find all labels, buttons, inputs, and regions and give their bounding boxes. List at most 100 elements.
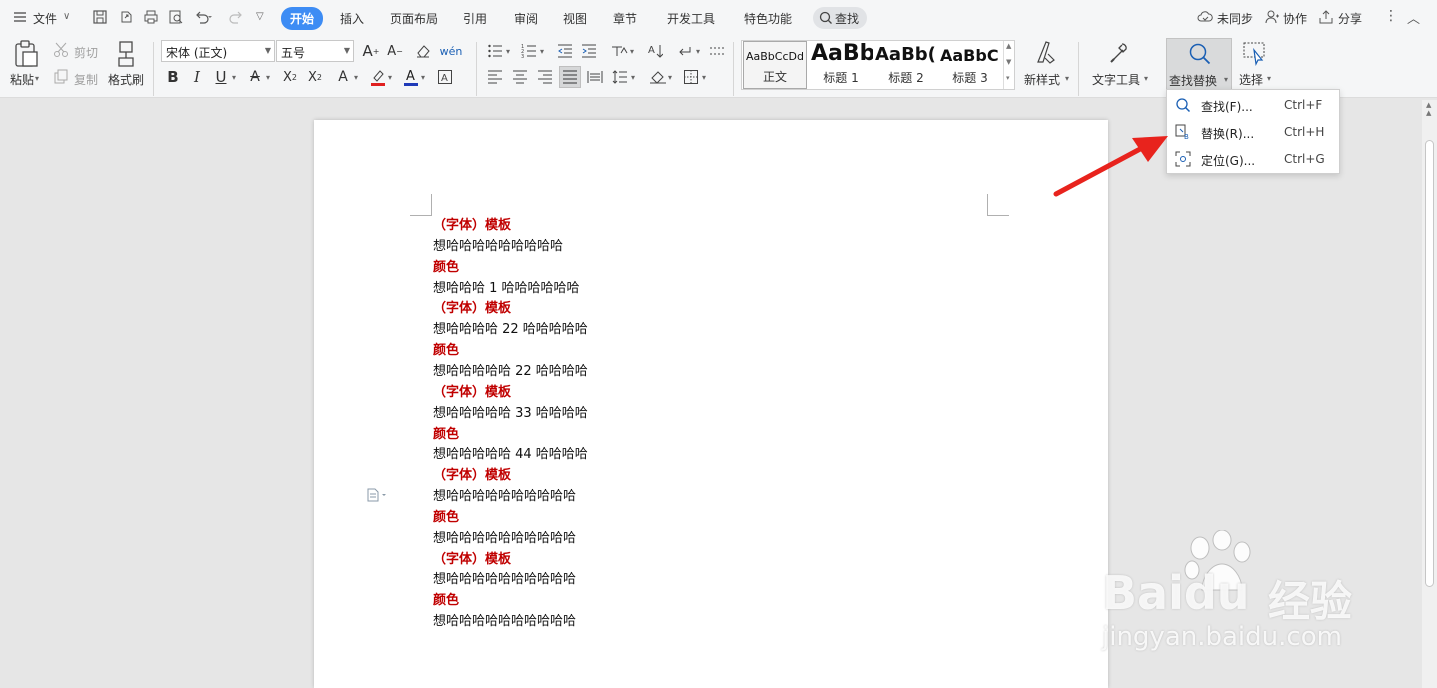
strikethrough-icon[interactable]: A	[244, 66, 266, 88]
more-options-icon[interactable]: ⋮	[1384, 8, 1398, 24]
scroll-up-icon[interactable]: ▲	[1426, 102, 1431, 109]
chevron-down-icon[interactable]: ▾	[668, 73, 672, 82]
chevron-down-icon[interactable]: ▾	[266, 73, 270, 82]
export-icon[interactable]	[118, 9, 136, 27]
doc-heading-line[interactable]: 颜色	[433, 427, 459, 443]
superscript-icon[interactable]: X2	[279, 66, 301, 88]
new-style-icon[interactable]	[1034, 40, 1058, 69]
find-replace-button[interactable]: 查找替换 ▾	[1166, 38, 1232, 90]
collapse-ribbon-icon[interactable]: ︿	[1407, 8, 1420, 27]
file-menu[interactable]: 文件	[33, 10, 57, 27]
doc-text-line[interactable]: 想哈哈哈哈哈哈哈哈哈哈	[433, 489, 576, 505]
chevron-down-icon[interactable]: ▾	[388, 73, 392, 82]
paragraph-options-icon[interactable]	[366, 488, 388, 505]
doc-text-line[interactable]: 想哈哈哈哈哈 33 哈哈哈哈	[433, 406, 588, 422]
cut-icon[interactable]	[53, 42, 71, 61]
select-button[interactable]: 选择	[1239, 71, 1263, 88]
undo-icon[interactable]	[194, 9, 212, 27]
expand-gallery-icon[interactable]: ▾	[1006, 74, 1010, 82]
increase-indent-icon[interactable]	[578, 40, 600, 62]
doc-text-line[interactable]: 想哈哈哈哈哈哈哈哈哈哈	[433, 531, 576, 547]
distribute-icon[interactable]	[584, 66, 606, 88]
print-icon[interactable]	[143, 9, 161, 27]
scroll-up-icon[interactable]: ▲	[1426, 110, 1431, 117]
shading-icon[interactable]	[647, 66, 669, 88]
underline-icon[interactable]: U	[210, 66, 232, 88]
justify-icon[interactable]	[559, 66, 581, 88]
line-spacing-icon[interactable]	[609, 66, 631, 88]
unsync-status[interactable]: 未同步	[1217, 10, 1253, 27]
tab-developer[interactable]: 开发工具	[667, 10, 715, 27]
scroll-up-icon[interactable]: ▲	[1006, 42, 1011, 50]
paste-dropdown-icon[interactable]: ▾	[35, 74, 39, 83]
clear-format-icon[interactable]	[412, 40, 434, 62]
document-page[interactable]: （字体）模板 想哈哈哈哈哈哈哈哈哈 颜色 想哈哈哈 1 哈哈哈哈哈哈 （字体）模板 想哈哈…	[314, 120, 1108, 688]
copy-button[interactable]: 复制	[74, 71, 98, 88]
cut-button[interactable]: 剪切	[74, 44, 98, 61]
doc-heading-line[interactable]: （字体）模板	[433, 468, 511, 484]
search-box[interactable]: 查找	[813, 7, 867, 29]
quick-access-chevron-icon[interactable]: ▽	[256, 11, 264, 22]
chevron-down-icon[interactable]: ▾	[702, 73, 706, 82]
chevron-down-icon[interactable]: ▾	[1065, 74, 1069, 83]
chevron-down-icon[interactable]: ▾	[631, 73, 635, 82]
menu-item-find[interactable]: 查找(F)... Ctrl+F	[1167, 92, 1339, 118]
copy-icon[interactable]	[53, 69, 69, 88]
borders-icon[interactable]	[680, 66, 702, 88]
align-right-icon[interactable]	[534, 66, 556, 88]
style-heading-2[interactable]: AaBb( 标题 2	[874, 41, 938, 89]
phonetic-guide-icon[interactable]: wén	[440, 40, 463, 62]
hamburger-menu-icon[interactable]	[12, 9, 30, 27]
font-name-select[interactable]: 宋体 (正文) ▼	[161, 40, 275, 62]
doc-text-line[interactable]: 想哈哈哈 1 哈哈哈哈哈哈	[433, 281, 580, 297]
italic-icon[interactable]: I	[186, 66, 208, 88]
bullet-list-icon[interactable]	[484, 40, 506, 62]
doc-heading-line[interactable]: 颜色	[433, 260, 459, 276]
tab-view[interactable]: 视图	[563, 10, 587, 27]
font-color-icon[interactable]: A	[400, 66, 422, 88]
numbered-list-icon[interactable]: 123	[518, 40, 540, 62]
doc-heading-line[interactable]: （字体）模板	[433, 301, 511, 317]
doc-text-line[interactable]: 想哈哈哈哈哈哈哈哈哈哈	[433, 614, 576, 630]
scroll-thumb[interactable]	[1425, 140, 1434, 587]
bold-icon[interactable]: B	[162, 66, 184, 88]
doc-text-line[interactable]: 想哈哈哈哈哈 44 哈哈哈哈	[433, 447, 588, 463]
style-heading-1[interactable]: AaBb 标题 1	[809, 41, 873, 89]
share-button[interactable]: 分享	[1338, 10, 1362, 27]
chevron-down-icon[interactable]: ▾	[630, 47, 634, 56]
doc-text-line[interactable]: 想哈哈哈哈哈 22 哈哈哈哈	[433, 364, 588, 380]
paste-button[interactable]: 粘贴	[10, 71, 34, 88]
doc-heading-line[interactable]: （字体）模板	[433, 552, 511, 568]
doc-text-line[interactable]: 想哈哈哈哈哈哈哈哈哈	[433, 239, 563, 255]
format-painter-button[interactable]: 格式刷	[108, 71, 144, 88]
tab-review[interactable]: 审阅	[514, 10, 538, 27]
tab-insert[interactable]: 插入	[340, 10, 364, 27]
tab-references[interactable]: 引用	[463, 10, 487, 27]
select-icon[interactable]	[1242, 40, 1268, 69]
new-style-button[interactable]: 新样式	[1024, 71, 1060, 88]
highlight-icon[interactable]	[367, 66, 389, 88]
tab-chapter[interactable]: 章节	[613, 10, 637, 27]
doc-heading-line[interactable]: （字体）模板	[433, 218, 511, 234]
chevron-down-icon[interactable]: ▾	[696, 47, 700, 56]
doc-text-line[interactable]: 想哈哈哈哈 22 哈哈哈哈哈	[433, 322, 588, 338]
chevron-down-icon[interactable]: ▾	[506, 47, 510, 56]
doc-heading-line[interactable]: 颜色	[433, 593, 459, 609]
doc-heading-line[interactable]: 颜色	[433, 510, 459, 526]
decrease-font-size-icon[interactable]: A −	[384, 40, 406, 62]
increase-font-size-icon[interactable]: A +	[360, 40, 382, 62]
table-of-contents-icon[interactable]	[707, 40, 729, 62]
chevron-down-icon[interactable]: ▾	[421, 73, 425, 82]
scroll-down-icon[interactable]: ▼	[1006, 58, 1011, 66]
print-preview-icon[interactable]	[168, 9, 186, 27]
text-tools-button[interactable]: 文字工具	[1092, 71, 1140, 88]
tab-special-features[interactable]: 特色功能	[744, 10, 792, 27]
doc-heading-line[interactable]: 颜色	[433, 343, 459, 359]
doc-heading-line[interactable]: （字体）模板	[433, 385, 511, 401]
sort-icon[interactable]: A	[644, 40, 666, 62]
chinese-layout-icon[interactable]	[608, 40, 630, 62]
text-tools-icon[interactable]	[1108, 40, 1132, 69]
chevron-down-icon[interactable]: ∨	[63, 11, 70, 22]
doc-text-line[interactable]: 想哈哈哈哈哈哈哈哈哈哈	[433, 572, 576, 588]
character-border-icon[interactable]: A	[434, 66, 456, 88]
